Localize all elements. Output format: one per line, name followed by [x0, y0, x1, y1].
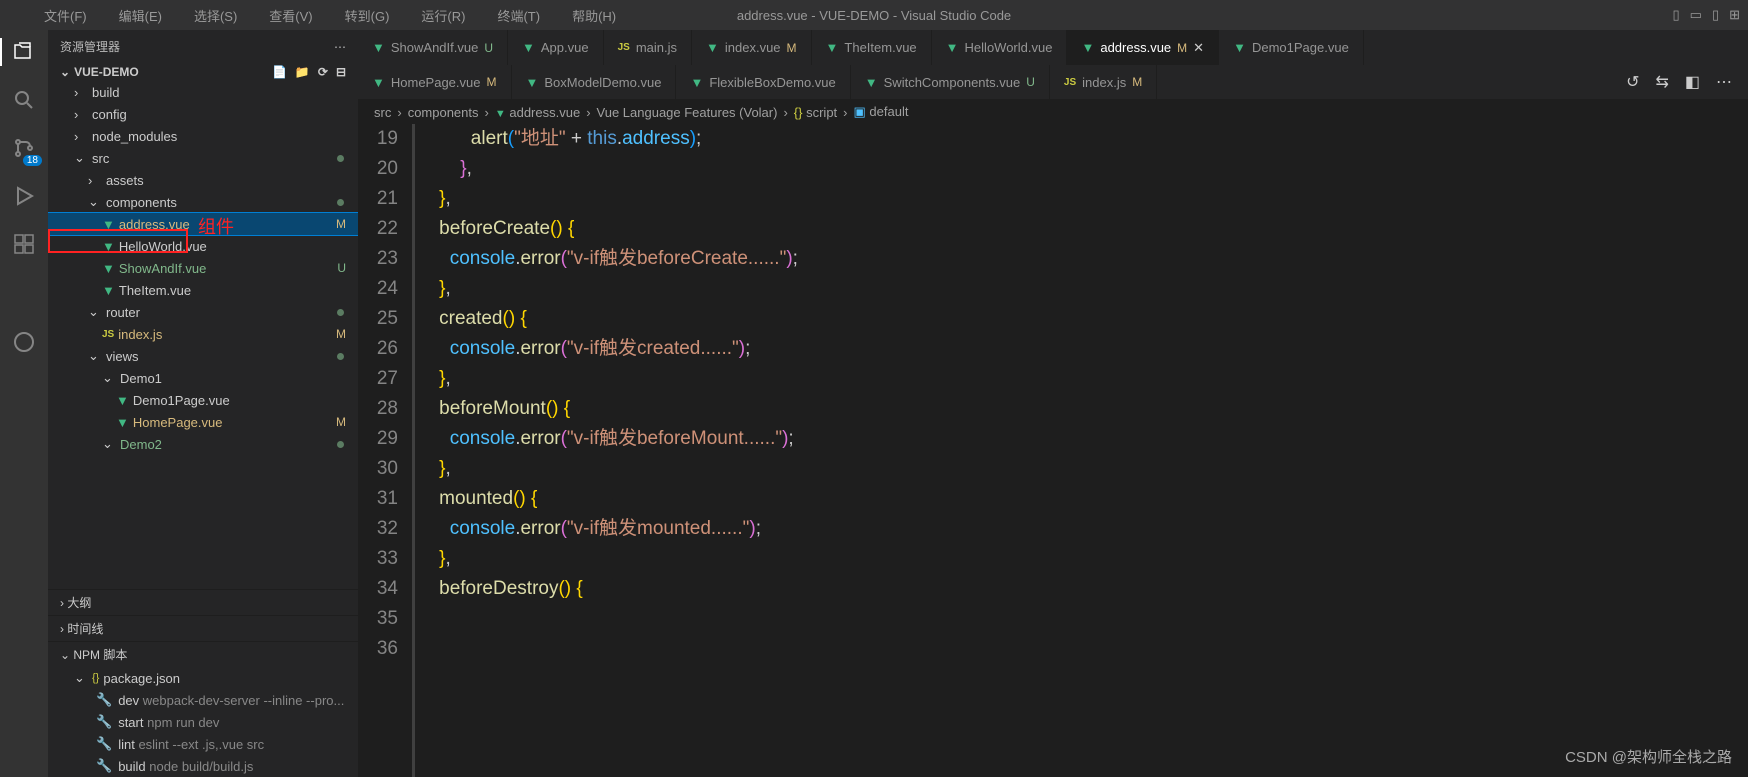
explorer-icon[interactable] [10, 38, 38, 66]
annotation-box [48, 229, 188, 253]
npm-script[interactable]: 🔧 dev webpack-dev-server --inline --pro.… [48, 689, 358, 711]
window-controls: ▯ ▭ ▯ ⊞ [1672, 7, 1740, 23]
npm-script[interactable]: 🔧 lint eslint --ext .js,.vue src [48, 733, 358, 755]
file-tree: › build › config › node_modules ⌄ src › … [48, 81, 358, 589]
editor-tab[interactable]: ▼ address.vue M ✕ [1067, 30, 1219, 65]
layout-icon[interactable]: ⊞ [1729, 7, 1740, 23]
menu-bar: 文件(F) 编辑(E) 选择(S) 查看(V) 转到(G) 运行(R) 终端(T) 帮助(H)… [0, 0, 1748, 30]
editor-tab[interactable]: ▼ TheItem.vue [812, 30, 932, 65]
menu-item[interactable]: 查看(V) [269, 6, 312, 25]
breadcrumb-item[interactable]: Vue Language Features (Volar) [597, 105, 778, 120]
source-control-icon[interactable]: 18 [10, 134, 38, 162]
menu-item[interactable]: 转到(G) [345, 6, 390, 25]
tree-item[interactable]: ⌄ router [48, 301, 358, 323]
editor-area: ▼ ShowAndIf.vue U ▼ App.vue JS main.js ▼… [358, 30, 1748, 777]
tab-row-2: ▼ HomePage.vue M ▼ BoxModelDemo.vue ▼ Fl… [358, 65, 1748, 100]
tree-item[interactable]: › node_modules [48, 125, 358, 147]
more-icon[interactable]: ⋯ [1716, 72, 1732, 92]
search-icon[interactable] [10, 86, 38, 114]
tab-row-1: ▼ ShowAndIf.vue U ▼ App.vue JS main.js ▼… [358, 30, 1748, 65]
editor-tab[interactable]: ▼ ShowAndIf.vue U [358, 30, 508, 65]
code-content[interactable]: alert("地址" + this.address); }, }, before… [418, 124, 1748, 777]
editor-tab[interactable]: JS index.js M [1050, 65, 1157, 99]
tree-item[interactable]: ⌄ src [48, 147, 358, 169]
editor-tab[interactable]: ▼ SwitchComponents.vue U [851, 65, 1050, 99]
run-debug-icon[interactable] [10, 182, 38, 210]
layout-icon[interactable]: ▯ [1712, 7, 1719, 23]
editor-tab[interactable]: ▼ index.vue M [692, 30, 812, 65]
more-icon[interactable]: ⋯ [334, 40, 346, 54]
editor-tab[interactable]: ▼ HomePage.vue M [358, 65, 512, 99]
menu-item[interactable]: 文件(F) [44, 6, 87, 25]
tree-item[interactable]: ⌄ Demo1 [48, 367, 358, 389]
tree-item[interactable]: ⌄ views [48, 345, 358, 367]
tree-item[interactable]: › config [48, 103, 358, 125]
npm-scripts-panel[interactable]: ⌄ NPM 脚本 [48, 641, 358, 667]
scm-badge: 18 [23, 155, 42, 166]
tree-item[interactable]: ▼ Demo1Page.vue [48, 389, 358, 411]
editor-tab[interactable]: ▼ FlexibleBoxDemo.vue [676, 65, 850, 99]
menu-item[interactable]: 运行(R) [421, 6, 465, 25]
menu-item[interactable]: 帮助(H) [572, 6, 616, 25]
compare-icon[interactable]: ◧ [1685, 72, 1700, 92]
breadcrumb-item[interactable]: {} script [794, 105, 837, 120]
remote-icon[interactable] [10, 328, 38, 356]
window-title: address.vue - VUE-DEMO - Visual Studio C… [737, 8, 1011, 23]
menu-item[interactable]: 选择(S) [194, 6, 237, 25]
package-json[interactable]: ⌄{} package.json [48, 667, 358, 689]
history-icon[interactable]: ↺ [1626, 72, 1639, 92]
menu-item[interactable]: 编辑(E) [119, 6, 162, 25]
activity-bar: 18 [0, 30, 48, 777]
extensions-icon[interactable] [10, 230, 38, 258]
editor-tab[interactable]: ▼ App.vue [508, 30, 604, 65]
tree-item[interactable]: ⌄ components [48, 191, 358, 213]
tree-item[interactable]: ▼ TheItem.vue [48, 279, 358, 301]
code-editor[interactable]: 192021222324252627282930313233343536 ale… [358, 124, 1748, 777]
watermark: CSDN @架构师全栈之路 [1565, 746, 1732, 767]
tree-item[interactable]: › assets [48, 169, 358, 191]
layout-icon[interactable]: ▭ [1690, 7, 1702, 23]
editor-tab[interactable]: JS main.js [604, 30, 692, 65]
npm-script[interactable]: 🔧 start npm run dev [48, 711, 358, 733]
tree-item[interactable]: ⌄ Demo2 [48, 433, 358, 455]
breadcrumb[interactable]: src›components›▼ address.vue›Vue Languag… [358, 100, 1748, 124]
diff-icon[interactable]: ⇆ [1655, 72, 1668, 92]
explorer-sidebar: 资源管理器 ⋯ ⌄ VUE-DEMO 📄 📁 ⟳ ⊟ › build › con… [48, 30, 358, 777]
breadcrumb-item[interactable]: ▣ default [854, 104, 909, 120]
editor-tab[interactable]: ▼ BoxModelDemo.vue [512, 65, 677, 99]
breadcrumb-item[interactable]: ▼ address.vue [495, 105, 580, 120]
editor-tab[interactable]: ▼ Demo1Page.vue [1219, 30, 1364, 65]
timeline-panel[interactable]: › 时间线 [48, 615, 358, 641]
editor-tab[interactable]: ▼ HelloWorld.vue [932, 30, 1068, 65]
annotation-text: 组件 [198, 213, 234, 239]
breadcrumb-item[interactable]: src [374, 105, 391, 120]
close-icon[interactable]: ✕ [1193, 40, 1204, 56]
menu-item[interactable]: 终端(T) [497, 6, 540, 25]
layout-icon[interactable]: ▯ [1672, 7, 1679, 23]
tree-item[interactable]: JS index.js M [48, 323, 358, 345]
collapse-icon[interactable]: ⊟ [336, 65, 346, 79]
tree-item[interactable]: › build [48, 81, 358, 103]
refresh-icon[interactable]: ⟳ [318, 65, 328, 79]
outline-panel[interactable]: › 大纲 [48, 589, 358, 615]
new-folder-icon[interactable]: 📁 [295, 65, 310, 79]
folder-root[interactable]: ⌄ VUE-DEMO 📄 📁 ⟳ ⊟ [48, 63, 358, 81]
sidebar-title: 资源管理器 [60, 38, 120, 55]
breadcrumb-item[interactable]: components [408, 105, 479, 120]
new-file-icon[interactable]: 📄 [272, 65, 287, 79]
tree-item[interactable]: ▼ HomePage.vue M [48, 411, 358, 433]
tree-item[interactable]: ▼ ShowAndIf.vue U [48, 257, 358, 279]
line-gutter: 192021222324252627282930313233343536 [358, 124, 418, 777]
npm-script[interactable]: 🔧 build node build/build.js [48, 755, 358, 777]
